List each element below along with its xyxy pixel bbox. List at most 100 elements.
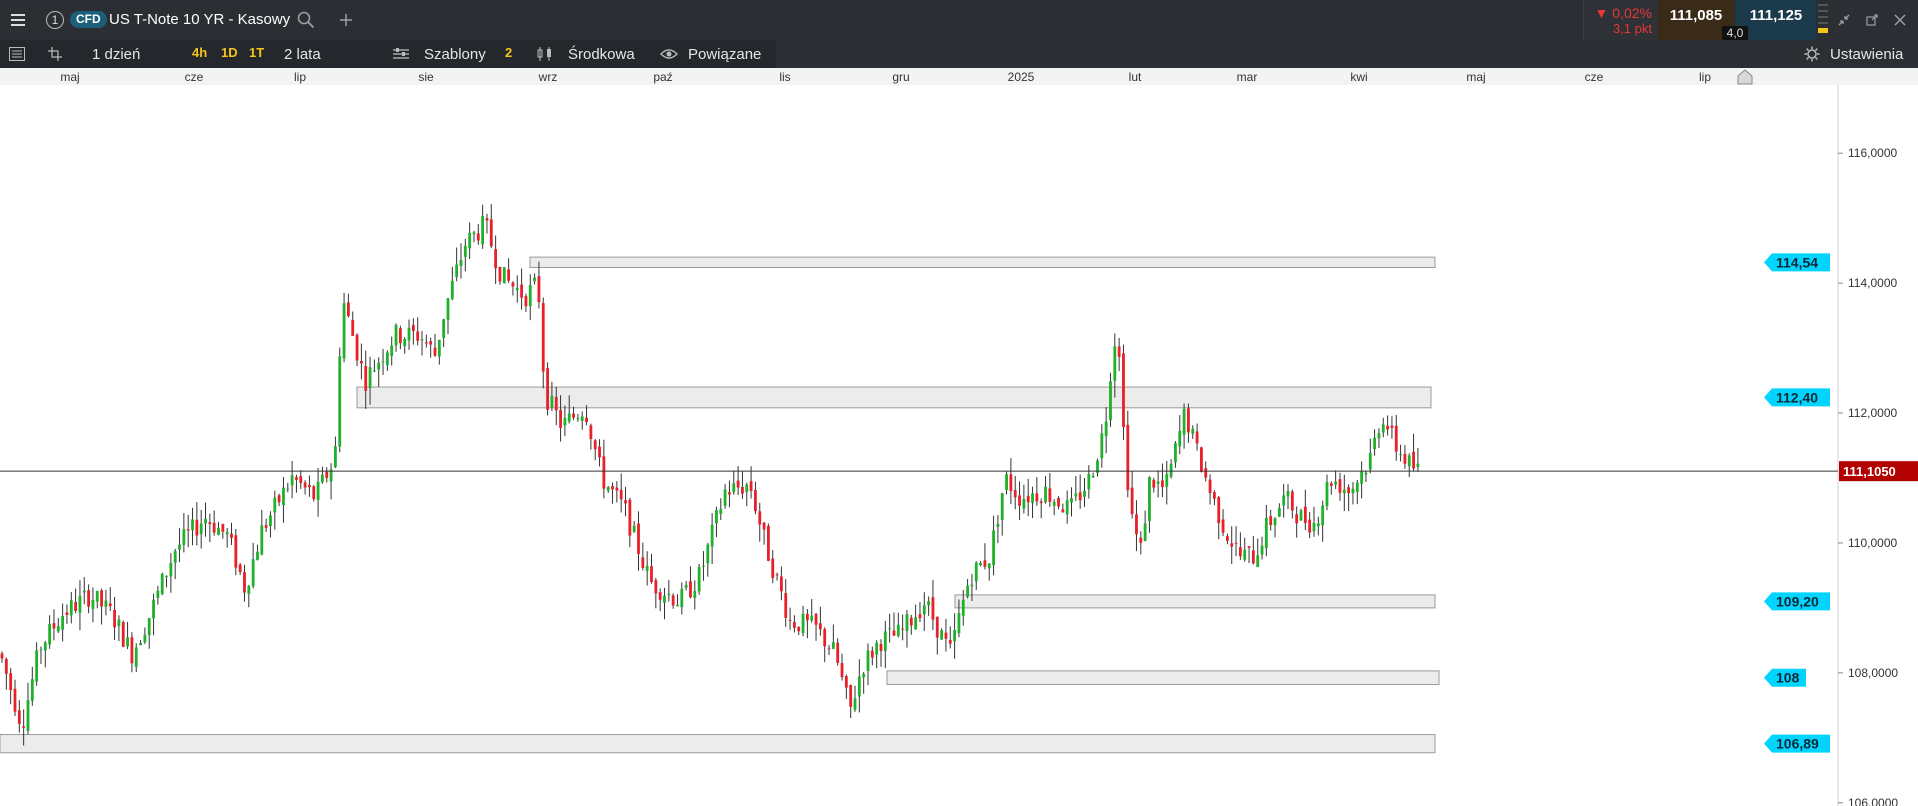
candle-body [139, 643, 142, 646]
price-change: ▼ 0,02% 3,1 pkt [1583, 0, 1658, 40]
candle-body [316, 481, 320, 500]
candle-body [243, 572, 246, 593]
add-chart-button[interactable] [336, 10, 356, 30]
eye-icon [660, 49, 678, 59]
candle-body [892, 630, 896, 636]
quick-interval-1t[interactable]: 1T [249, 45, 264, 60]
level-zone[interactable] [886, 670, 1440, 686]
candle-body [191, 519, 194, 531]
minimize-button[interactable] [1836, 12, 1852, 28]
x-tick-label: 2025 [1007, 70, 1035, 84]
candle-body [593, 440, 597, 450]
candle-body [1394, 425, 1398, 452]
instrument-name[interactable]: US T-Note 10 YR - Kasowy [109, 11, 290, 28]
candle-body [377, 362, 381, 370]
level-zone[interactable] [954, 594, 1436, 609]
candle-body [572, 413, 575, 418]
candle-body [853, 698, 857, 710]
candle-body [1182, 409, 1186, 435]
candle-body [472, 232, 476, 235]
candle-body [303, 482, 307, 488]
layout-button[interactable] [8, 46, 26, 62]
candle-body [1178, 430, 1182, 447]
quick-interval-1d[interactable]: 1D [221, 45, 238, 60]
menu-button[interactable] [8, 10, 28, 30]
candle-body [870, 650, 874, 658]
candle-body [1273, 518, 1277, 526]
candle-body [113, 609, 116, 628]
scroll-to-end-icon[interactable] [1736, 68, 1754, 85]
candle-body [1083, 490, 1086, 497]
templates-button[interactable]: Szablony [392, 40, 502, 68]
buy-price-button[interactable]: 111,125 [1736, 0, 1816, 40]
search-button[interactable] [296, 10, 316, 30]
candle-body [1303, 506, 1307, 524]
level-zone[interactable] [0, 734, 1436, 754]
linked-button[interactable]: Powiązane [660, 40, 780, 68]
candle-body [0, 653, 4, 659]
indicator-count-badge[interactable]: 2 [505, 45, 512, 60]
candle-body [1117, 346, 1121, 358]
candle-body [1373, 437, 1377, 450]
candle-body [1238, 547, 1242, 557]
candle-body [879, 643, 883, 651]
candle-body [485, 218, 489, 221]
candle-body [385, 352, 389, 366]
price-type-dropdown[interactable]: Środkowa [536, 40, 646, 68]
candle-body [624, 500, 627, 504]
quick-interval-4h[interactable]: 4h [192, 45, 207, 60]
candle-body [641, 557, 645, 568]
candle-body [459, 259, 463, 267]
candle-body [234, 535, 238, 568]
level-zone[interactable] [529, 256, 1436, 269]
level-zone[interactable] [356, 386, 1432, 409]
candle-body [1360, 471, 1364, 484]
range-dropdown[interactable]: 2 lata [272, 40, 382, 68]
candle-body [1368, 452, 1372, 470]
plus-icon [340, 14, 352, 26]
candle-body [1139, 537, 1143, 543]
candle-body [1308, 519, 1312, 533]
candle-body [1217, 497, 1221, 524]
candle-body [507, 269, 511, 281]
candle-body [1399, 454, 1402, 456]
candle-body [312, 486, 316, 500]
settings-button[interactable]: Ustawienia [1804, 40, 1916, 68]
x-tick-label: lip [293, 70, 307, 84]
candle-body [1282, 495, 1286, 506]
candle-body [537, 276, 541, 303]
close-button[interactable] [1892, 12, 1908, 28]
candle-body [104, 600, 108, 607]
time-axis: maj cze lip sie wrz paź lis gru 2025 lut… [0, 68, 1918, 86]
candle-body [489, 219, 493, 247]
popout-button[interactable] [1864, 12, 1880, 28]
candle-body [1143, 523, 1147, 541]
candle-body [13, 688, 17, 712]
candle-body [628, 499, 632, 536]
candle-body [100, 590, 103, 607]
candle-body [1243, 549, 1247, 560]
crosshair-button[interactable] [46, 46, 64, 62]
candle-body [792, 621, 796, 628]
candle-body [1065, 500, 1069, 515]
candle-body [818, 623, 822, 630]
candle-body [883, 631, 887, 652]
interval-dropdown[interactable]: 1 dzień [78, 40, 186, 68]
gear-icon [1804, 46, 1820, 62]
candle-body [95, 590, 99, 602]
candle-body [940, 630, 944, 640]
candle-body [927, 601, 931, 606]
candle-body [277, 495, 281, 503]
candle-body [69, 600, 73, 616]
candle-body [1156, 481, 1160, 484]
candle-body [780, 576, 783, 592]
candle-body [1412, 451, 1415, 469]
candle-body [1403, 453, 1407, 464]
candle-body [403, 338, 407, 347]
candle-body [931, 597, 935, 620]
y-tick-label: 110,0000 [1848, 536, 1897, 550]
price-chart[interactable]: 116,0000 114,0000 112,0000 110,0000 108,0000… [0, 85, 1918, 806]
candle-body [728, 492, 731, 495]
candle-body [1031, 493, 1034, 503]
candle-body [935, 616, 939, 638]
